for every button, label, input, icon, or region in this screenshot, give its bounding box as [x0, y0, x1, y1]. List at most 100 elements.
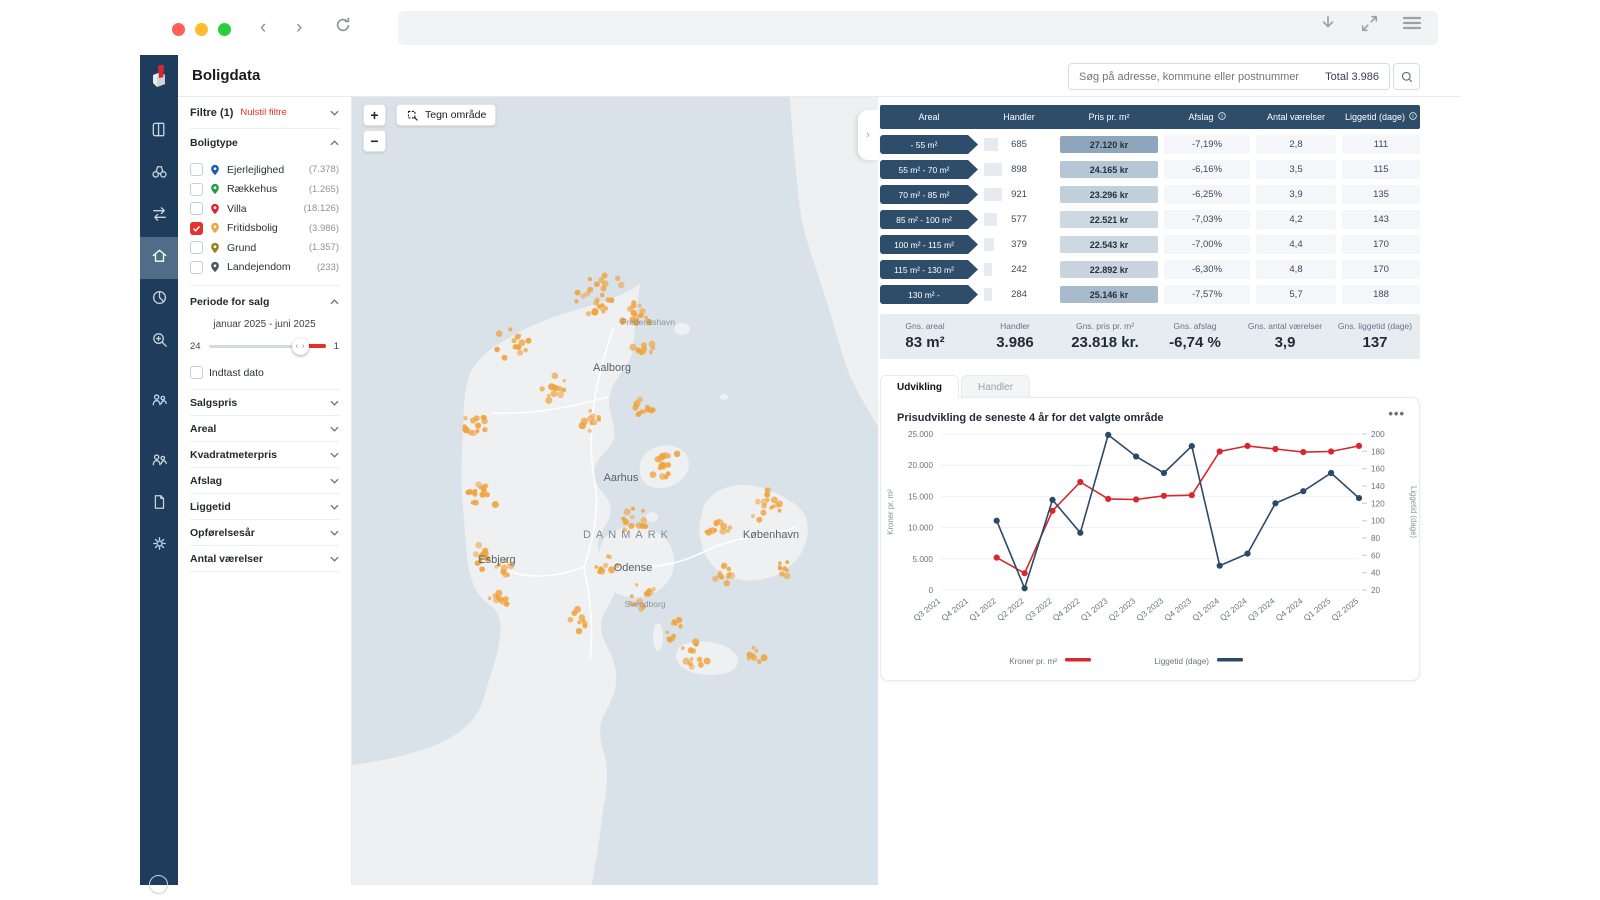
- sidebar-item-people[interactable]: [140, 381, 178, 423]
- info-icon[interactable]: [1409, 112, 1417, 122]
- sidebar-item-journal[interactable]: [140, 111, 178, 153]
- vaerelser-cell: 4,8: [1256, 260, 1336, 279]
- sidebar-item-zoom-search[interactable]: [140, 321, 178, 363]
- download-icon[interactable]: [1319, 14, 1337, 32]
- filter-section-liggetid[interactable]: Liggetid: [190, 494, 339, 520]
- handler-mini-bar: [984, 138, 998, 151]
- svg-text:Q4 2022: Q4 2022: [1051, 596, 1082, 623]
- sidebar-item-compare[interactable]: [140, 195, 178, 237]
- boligtype-checkbox[interactable]: [190, 261, 203, 274]
- summary-item: Gns. pris pr. m²23.818 kr.: [1060, 321, 1150, 351]
- boligtype-label: Villa: [227, 203, 298, 215]
- help-icon[interactable]: [149, 875, 168, 894]
- navigation-rail: [140, 55, 178, 885]
- back-icon[interactable]: ‹: [260, 18, 266, 38]
- svg-text:180: 180: [1371, 447, 1385, 456]
- window-controls: [172, 23, 231, 36]
- periode-section-header[interactable]: Periode for salg: [190, 288, 339, 315]
- pris-cell: 25.146 kr: [1060, 286, 1158, 303]
- filter-section-opf-relses-r[interactable]: Opførelsesår: [190, 520, 339, 546]
- boligtype-count: (3.986): [309, 223, 339, 234]
- filter-section-areal[interactable]: Areal: [190, 416, 339, 442]
- handler-mini-bar: [984, 288, 992, 301]
- panel-collapse-handle[interactable]: ›: [858, 110, 878, 160]
- sidebar-item-home[interactable]: [140, 237, 178, 279]
- boligtype-checkbox[interactable]: [190, 163, 203, 176]
- table-row[interactable]: 55 m² - 70 m² 898 24.165 kr -6,16% 3,5 1…: [880, 160, 1420, 179]
- reset-filters-link[interactable]: Nulstil filtre: [240, 107, 286, 118]
- zoom-in-button[interactable]: +: [363, 104, 386, 126]
- sidebar-item-settings[interactable]: [140, 525, 178, 567]
- filter-section-afslag[interactable]: Afslag: [190, 468, 339, 494]
- enter-date-row[interactable]: Indtast dato: [190, 366, 339, 379]
- boligtype-checkbox[interactable]: [190, 222, 203, 235]
- close-window-button[interactable]: [172, 23, 185, 36]
- map-canvas[interactable]: FrederikshavnAalborgAarhusDANMARKEsbjerg…: [352, 97, 878, 885]
- table-row[interactable]: 115 m² - 130 m² 242 22.892 kr -6,30% 4,8…: [880, 260, 1420, 279]
- sidebar-item-people-alt[interactable]: [140, 441, 178, 483]
- boligtype-item-rækkehus[interactable]: Rækkehus(1.265): [190, 180, 339, 200]
- tab-udvikling[interactable]: Udvikling: [880, 375, 959, 398]
- search-input[interactable]: [1069, 71, 1325, 83]
- boligtype-item-ejerlejlighed[interactable]: Ejerlejlighed(7.378): [190, 160, 339, 180]
- sidebar-item-document[interactable]: [140, 483, 178, 525]
- svg-text:25.000: 25.000: [908, 430, 933, 439]
- boligtype-item-grund[interactable]: Grund(1.357): [190, 238, 339, 258]
- compare-arrows-icon: [150, 204, 169, 228]
- info-icon[interactable]: [1218, 112, 1226, 122]
- filter-section-antal-v-relser[interactable]: Antal værelser: [190, 546, 339, 572]
- url-bar[interactable]: [398, 11, 1438, 45]
- kebab-menu-icon[interactable]: •••: [1388, 406, 1405, 421]
- table-row[interactable]: - 55 m² 685 27.120 kr -7,19% 2,8 111: [880, 135, 1420, 154]
- forward-icon[interactable]: ›: [296, 18, 302, 38]
- handler-mini-bar: [984, 213, 997, 226]
- areal-range-cell: 85 m² - 100 m²: [880, 210, 978, 229]
- app-logo[interactable]: [147, 63, 171, 89]
- slider-track[interactable]: ‹ ›: [209, 338, 326, 354]
- afslag-cell: -7,19%: [1164, 135, 1250, 154]
- svg-text:Liggetid (dage): Liggetid (dage): [1409, 486, 1417, 538]
- home-icon: [150, 246, 169, 270]
- chevron-up-icon: [330, 296, 339, 308]
- zoom-out-button[interactable]: −: [363, 130, 386, 152]
- boligtype-item-fritidsbolig[interactable]: Fritidsbolig(3.986): [190, 219, 339, 239]
- handler-mini-bar: [984, 188, 1002, 201]
- refresh-icon[interactable]: [334, 16, 352, 39]
- draw-area-button[interactable]: Tegn område: [396, 104, 496, 126]
- boligtype-checkbox[interactable]: [190, 183, 203, 196]
- periode-range-label: januar 2025 - juni 2025: [190, 319, 339, 330]
- boligtype-checkbox[interactable]: [190, 241, 203, 254]
- filter-section-kvadratmeterpris[interactable]: Kvadratmeterpris: [190, 442, 339, 468]
- periode-title: Periode for salg: [190, 296, 269, 308]
- maximize-window-button[interactable]: [218, 23, 231, 36]
- boligtype-item-landejendom[interactable]: Landejendom(233): [190, 258, 339, 278]
- table-row[interactable]: 100 m² - 115 m² 379 22.543 kr -7,00% 4,4…: [880, 235, 1420, 254]
- expand-icon[interactable]: [1361, 15, 1378, 32]
- enter-date-checkbox[interactable]: [190, 366, 203, 379]
- afslag-cell: -6,16%: [1164, 160, 1250, 179]
- minimize-window-button[interactable]: [195, 23, 208, 36]
- svg-text:Q2 2022: Q2 2022: [996, 596, 1027, 623]
- map-pin-icon: [209, 222, 221, 234]
- table-header-cell: Areal: [880, 112, 978, 122]
- table-row[interactable]: 85 m² - 100 m² 577 22.521 kr -7,03% 4,2 …: [880, 210, 1420, 229]
- handler-cell: 921: [984, 185, 1054, 204]
- sidebar-item-statistics[interactable]: [140, 279, 178, 321]
- boligtype-checkbox[interactable]: [190, 202, 203, 215]
- menu-icon[interactable]: [1402, 15, 1422, 31]
- people-alt-icon: [150, 450, 169, 474]
- chevron-down-icon[interactable]: [330, 107, 339, 119]
- tab-handler[interactable]: Handler: [961, 375, 1030, 398]
- table-row[interactable]: 130 m² - 284 25.146 kr -7,57% 5,7 188: [880, 285, 1420, 304]
- search-button[interactable]: [1393, 63, 1420, 90]
- table-header-cell: Liggetid (dage): [1342, 112, 1420, 122]
- pris-cell: 22.543 kr: [1060, 236, 1158, 253]
- svg-text:Liggetid (dage): Liggetid (dage): [1154, 657, 1209, 666]
- table-row[interactable]: 70 m² - 85 m² 921 23.296 kr -6,25% 3,9 1…: [880, 185, 1420, 204]
- filter-section-salgspris[interactable]: Salgspris: [190, 390, 339, 416]
- sidebar-item-binoculars[interactable]: [140, 153, 178, 195]
- boligtype-section-header[interactable]: Boligtype: [190, 129, 339, 156]
- boligtype-item-villa[interactable]: Villa(18.126): [190, 199, 339, 219]
- summary-item: Gns. antal værelser3,9: [1240, 321, 1330, 351]
- slider-thumb[interactable]: ‹ ›: [292, 338, 309, 355]
